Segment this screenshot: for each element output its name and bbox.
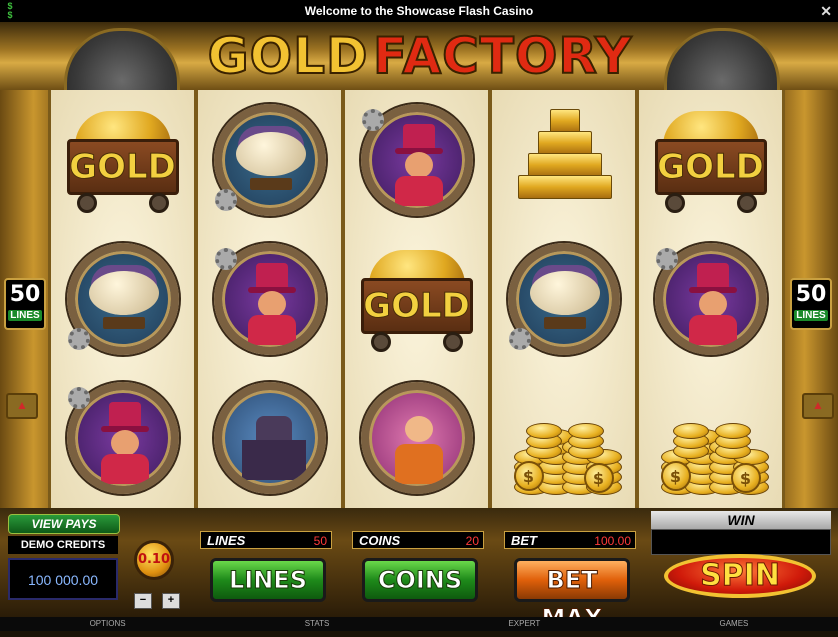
coin-plus-button[interactable]: + <box>162 593 180 609</box>
logo-gold: GOLD <box>207 26 369 86</box>
coins-button[interactable]: COINS <box>362 558 478 602</box>
reel-cell: GOLD <box>51 90 194 229</box>
castle-symbol <box>213 382 326 495</box>
lines-field: LINES 50 <box>200 531 332 549</box>
gold-cart-label: GOLD <box>363 285 471 326</box>
reels: GOLD GOLD $ $ GOLD $ $ <box>48 90 785 508</box>
reel-cell <box>51 369 194 508</box>
game-logo: GOLD FACTORY <box>200 26 640 86</box>
left-lines-label: LINES <box>8 310 42 321</box>
options-menu-item[interactable]: OPTIONS <box>90 617 126 631</box>
lines-field-value: 50 <box>313 534 327 548</box>
demo-credits-label: DEMO CREDITS <box>8 536 118 554</box>
reel-4: $ $ <box>492 90 635 508</box>
reel-cell <box>198 369 341 508</box>
lines-button[interactable]: LINES <box>210 558 326 602</box>
reel-cell <box>345 369 488 508</box>
coins-field: COINS 20 <box>352 531 484 549</box>
reel-cell <box>639 229 782 368</box>
left-arrow-icon[interactable]: ▲ <box>6 393 38 419</box>
demo-credits-value: 100 000.00 <box>8 558 118 600</box>
right-arrow-icon[interactable]: ▲ <box>802 393 834 419</box>
reel-cell: GOLD <box>639 90 782 229</box>
lines-field-label: LINES <box>207 533 246 548</box>
left-lines-indicator: 50 LINES <box>4 278 46 330</box>
win-label: WIN <box>651 511 831 529</box>
bet-field-label: BET <box>511 533 537 548</box>
coin-size-chip[interactable]: 0.10 <box>134 540 174 580</box>
win-value <box>651 529 831 555</box>
gold-coins-symbol: $ $ <box>655 383 769 496</box>
left-lines-count: 50 <box>9 282 41 307</box>
gold-cart-symbol: GOLD <box>66 105 179 215</box>
reel-cell: $ $ <box>492 369 635 508</box>
reel-5: GOLD $ $ <box>639 90 782 508</box>
view-pays-button[interactable]: VIEW PAYS <box>8 514 120 534</box>
reel-cell: GOLD <box>345 229 488 368</box>
right-lines-count: 50 <box>795 282 827 307</box>
gold-bars-symbol <box>514 105 614 215</box>
bet-field-value: 100.00 <box>594 534 631 548</box>
reel-cell <box>345 90 488 229</box>
reel-cell <box>492 229 635 368</box>
gold-cart-label: GOLD <box>657 146 765 187</box>
dollar-icon: $ <box>7 10 13 20</box>
games-menu-item[interactable]: GAMES <box>719 617 748 631</box>
gold-cart-symbol: GOLD <box>360 244 473 354</box>
reel-cell <box>198 90 341 229</box>
coin-minus-button[interactable]: − <box>134 593 152 609</box>
close-icon[interactable]: ✕ <box>820 0 832 22</box>
reel-cell <box>198 229 341 368</box>
expert-menu-item[interactable]: EXPERT <box>508 617 540 631</box>
reel-cell <box>492 90 635 229</box>
reel-cell <box>51 229 194 368</box>
gold-cart-label: GOLD <box>69 146 177 187</box>
reel-3: GOLD <box>345 90 488 508</box>
reel-2 <box>198 90 341 508</box>
reel-cell: $ $ <box>639 369 782 508</box>
coins-field-value: 20 <box>465 534 479 548</box>
gold-cart-symbol: GOLD <box>654 105 767 215</box>
title-bar: $ $ Welcome to the Showcase Flash Casino… <box>0 0 838 22</box>
dollar-icon: $ <box>7 1 13 11</box>
casino-title: Welcome to the Showcase Flash Casino <box>304 4 534 18</box>
professor-symbol <box>360 382 473 495</box>
bottom-menu: OPTIONS STATS EXPERT GAMES <box>0 617 838 631</box>
right-lines-indicator: 50 LINES <box>790 278 832 330</box>
bet-field: BET 100.00 <box>504 531 636 549</box>
bet-max-button[interactable]: BET MAX <box>514 558 630 633</box>
gold-coins-symbol: $ $ <box>508 383 622 496</box>
stats-menu-item[interactable]: STATS <box>305 617 330 631</box>
logo-factory: FACTORY <box>372 26 633 86</box>
coins-field-label: COINS <box>359 533 401 548</box>
spin-button[interactable]: SPIN <box>664 554 816 598</box>
reel-1: GOLD <box>51 90 194 508</box>
right-lines-label: LINES <box>794 310 828 321</box>
